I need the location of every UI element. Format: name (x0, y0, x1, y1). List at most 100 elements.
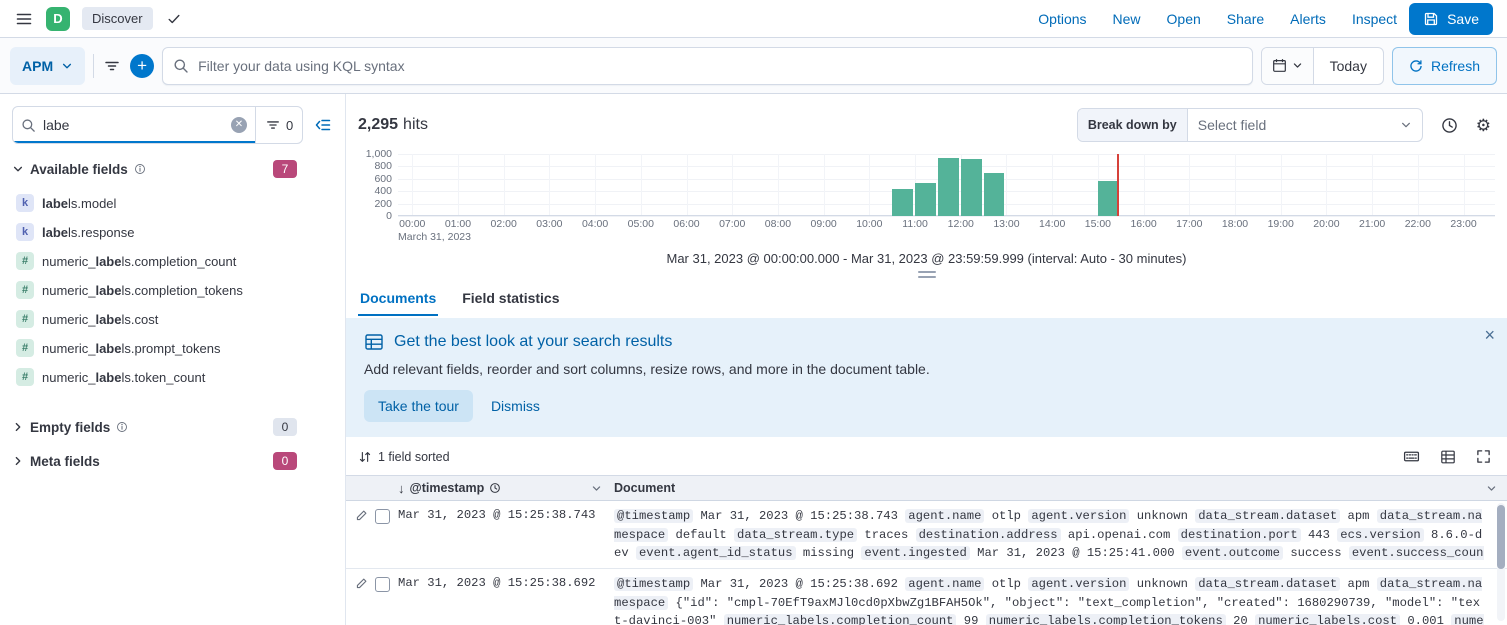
available-fields-header[interactable]: Available fields 7 (12, 160, 333, 178)
field-item-labels.response[interactable]: k labels.response (12, 219, 333, 245)
save-button[interactable]: Save (1409, 3, 1493, 35)
empty-fields-label: Empty fields (30, 420, 110, 435)
number-field-type-icon: # (16, 368, 34, 386)
field-search-input[interactable] (43, 117, 224, 133)
field-item-numeric_labels.cost[interactable]: #numeric_labels.cost (12, 306, 333, 332)
tab-documents[interactable]: Documents (358, 282, 438, 316)
chart-time-interval-button[interactable] (1439, 115, 1460, 136)
grid-scrollbar[interactable] (1497, 503, 1505, 621)
field-type-filter-button[interactable]: 0 (255, 107, 303, 143)
document-cell[interactable]: @timestamp Mar 31, 2023 @ 15:25:38.743 a… (606, 506, 1507, 562)
space-avatar[interactable]: D (46, 7, 70, 31)
x-tick-label: 00:00 (399, 218, 425, 230)
y-tick-label: 1,000 (366, 148, 392, 160)
expand-document-icon[interactable] (355, 509, 368, 522)
select-row-checkbox[interactable] (375, 509, 390, 524)
histogram: 1,0008006004002000 00:0001:0002:0003:000… (346, 146, 1507, 243)
x-tick-label: 02:00 (491, 218, 517, 230)
histogram-bar[interactable] (915, 183, 936, 216)
nav-link-options[interactable]: Options (1038, 11, 1086, 27)
kql-input[interactable] (198, 58, 1241, 74)
chart-settings-button[interactable]: ⚙ (1474, 115, 1493, 136)
scrollbar-thumb[interactable] (1497, 505, 1505, 569)
field-name-chip: destination.port (1178, 528, 1301, 542)
expand-document-icon[interactable] (355, 577, 368, 590)
breakdown-control: Break down by Select field (1077, 108, 1423, 142)
search-toolbar: APM + Today Refresh (0, 38, 1507, 94)
histogram-plot[interactable] (398, 154, 1495, 216)
x-tick-label: 14:00 (1039, 218, 1065, 230)
document-table-icon (364, 332, 384, 352)
field-name-chip: destination.address (916, 528, 1061, 542)
field-item-numeric_labels.completion_tokens[interactable]: #numeric_labels.completion_tokens (12, 277, 333, 303)
field-name: labels.response (42, 225, 135, 240)
x-tick-label: 10:00 (856, 218, 882, 230)
field-name-chip: data_stream.dataset (1195, 509, 1340, 523)
field-item-numeric_labels.prompt_tokens[interactable]: #numeric_labels.prompt_tokens (12, 335, 333, 361)
breadcrumb[interactable]: Discover (82, 7, 153, 30)
chart-resize-handle[interactable] (346, 266, 1507, 280)
chevron-right-icon (12, 455, 24, 467)
field-item-numeric_labels.completion_count[interactable]: #numeric_labels.completion_count (12, 248, 333, 274)
add-filter-button[interactable]: + (130, 54, 154, 78)
table-density-icon (1440, 449, 1456, 465)
histogram-bar[interactable] (961, 159, 982, 216)
plus-icon: + (137, 57, 147, 74)
filter-icon (266, 118, 280, 132)
chevron-down-icon (12, 163, 24, 175)
histogram-bar[interactable] (1098, 181, 1119, 216)
document-row: Mar 31, 2023 @ 15:25:38.692@timestamp Ma… (346, 569, 1507, 625)
display-options-button[interactable] (1438, 447, 1458, 467)
field-item-numeric_labels.token_count[interactable]: #numeric_labels.token_count (12, 364, 333, 390)
clear-search-button[interactable]: ✕ (231, 117, 247, 133)
gear-icon: ⚙ (1476, 117, 1491, 134)
sort-icon (358, 450, 372, 464)
nav-link-inspect[interactable]: Inspect (1352, 11, 1397, 27)
select-row-checkbox[interactable] (375, 577, 390, 592)
current-time-marker (1117, 154, 1119, 216)
data-view-picker[interactable]: APM (10, 47, 85, 85)
saved-query-filter-button[interactable] (102, 56, 122, 76)
keyboard-shortcuts-button[interactable] (1401, 446, 1422, 467)
document-cell[interactable]: @timestamp Mar 31, 2023 @ 15:25:38.692 a… (606, 574, 1507, 625)
number-field-type-icon: # (16, 310, 34, 328)
menu-button[interactable] (14, 9, 34, 29)
histogram-bar[interactable] (892, 189, 913, 216)
fullscreen-button[interactable] (1474, 447, 1493, 466)
kql-search-bar (162, 47, 1252, 85)
nav-link-open[interactable]: Open (1167, 11, 1201, 27)
timestamp-column-header[interactable]: ↓ @timestamp (394, 481, 606, 496)
timestamp-cell[interactable]: Mar 31, 2023 @ 15:25:38.743 (394, 506, 606, 562)
field-item-labels.model[interactable]: klabels.model (12, 190, 333, 216)
breakdown-label: Break down by (1078, 109, 1188, 141)
take-tour-button[interactable]: Take the tour (364, 390, 473, 422)
top-nav: Options New Open Share Alerts Inspect (1038, 11, 1397, 27)
meta-fields-header[interactable]: Meta fields 0 (12, 452, 333, 470)
nav-link-share[interactable]: Share (1227, 11, 1264, 27)
close-callout-button[interactable]: × (1484, 326, 1495, 344)
x-tick-label: 06:00 (673, 218, 699, 230)
field-name: numeric_labels.completion_count (42, 254, 236, 269)
keyboard-icon (1403, 448, 1420, 465)
document-column-header[interactable]: Document (606, 481, 1507, 495)
x-tick-label: 19:00 (1268, 218, 1294, 230)
field-name-chip: numeric_labels.completion_tokens (986, 614, 1226, 625)
histogram-bar[interactable] (938, 158, 959, 216)
tab-field-statistics[interactable]: Field statistics (460, 282, 561, 316)
dismiss-button[interactable]: Dismiss (491, 398, 540, 414)
breakdown-select[interactable]: Select field (1188, 109, 1422, 141)
x-tick-label: 01:00 (445, 218, 471, 230)
date-quick-select-button[interactable] (1262, 48, 1314, 84)
y-tick-label: 800 (374, 160, 392, 172)
histogram-bar[interactable] (984, 173, 1005, 216)
empty-fields-header[interactable]: Empty fields 0 (12, 418, 333, 436)
timestamp-cell[interactable]: Mar 31, 2023 @ 15:25:38.692 (394, 574, 606, 625)
nav-link-new[interactable]: New (1113, 11, 1141, 27)
field-name-chip: agent.version (1028, 509, 1129, 523)
keyword-field-type-icon: k (16, 223, 34, 241)
sorted-fields-button[interactable]: 1 field sorted (358, 450, 450, 464)
nav-link-alerts[interactable]: Alerts (1290, 11, 1326, 27)
refresh-button[interactable]: Refresh (1392, 47, 1497, 85)
collapse-sidebar-button[interactable] (313, 115, 333, 135)
date-range-button[interactable]: Today (1314, 58, 1383, 74)
